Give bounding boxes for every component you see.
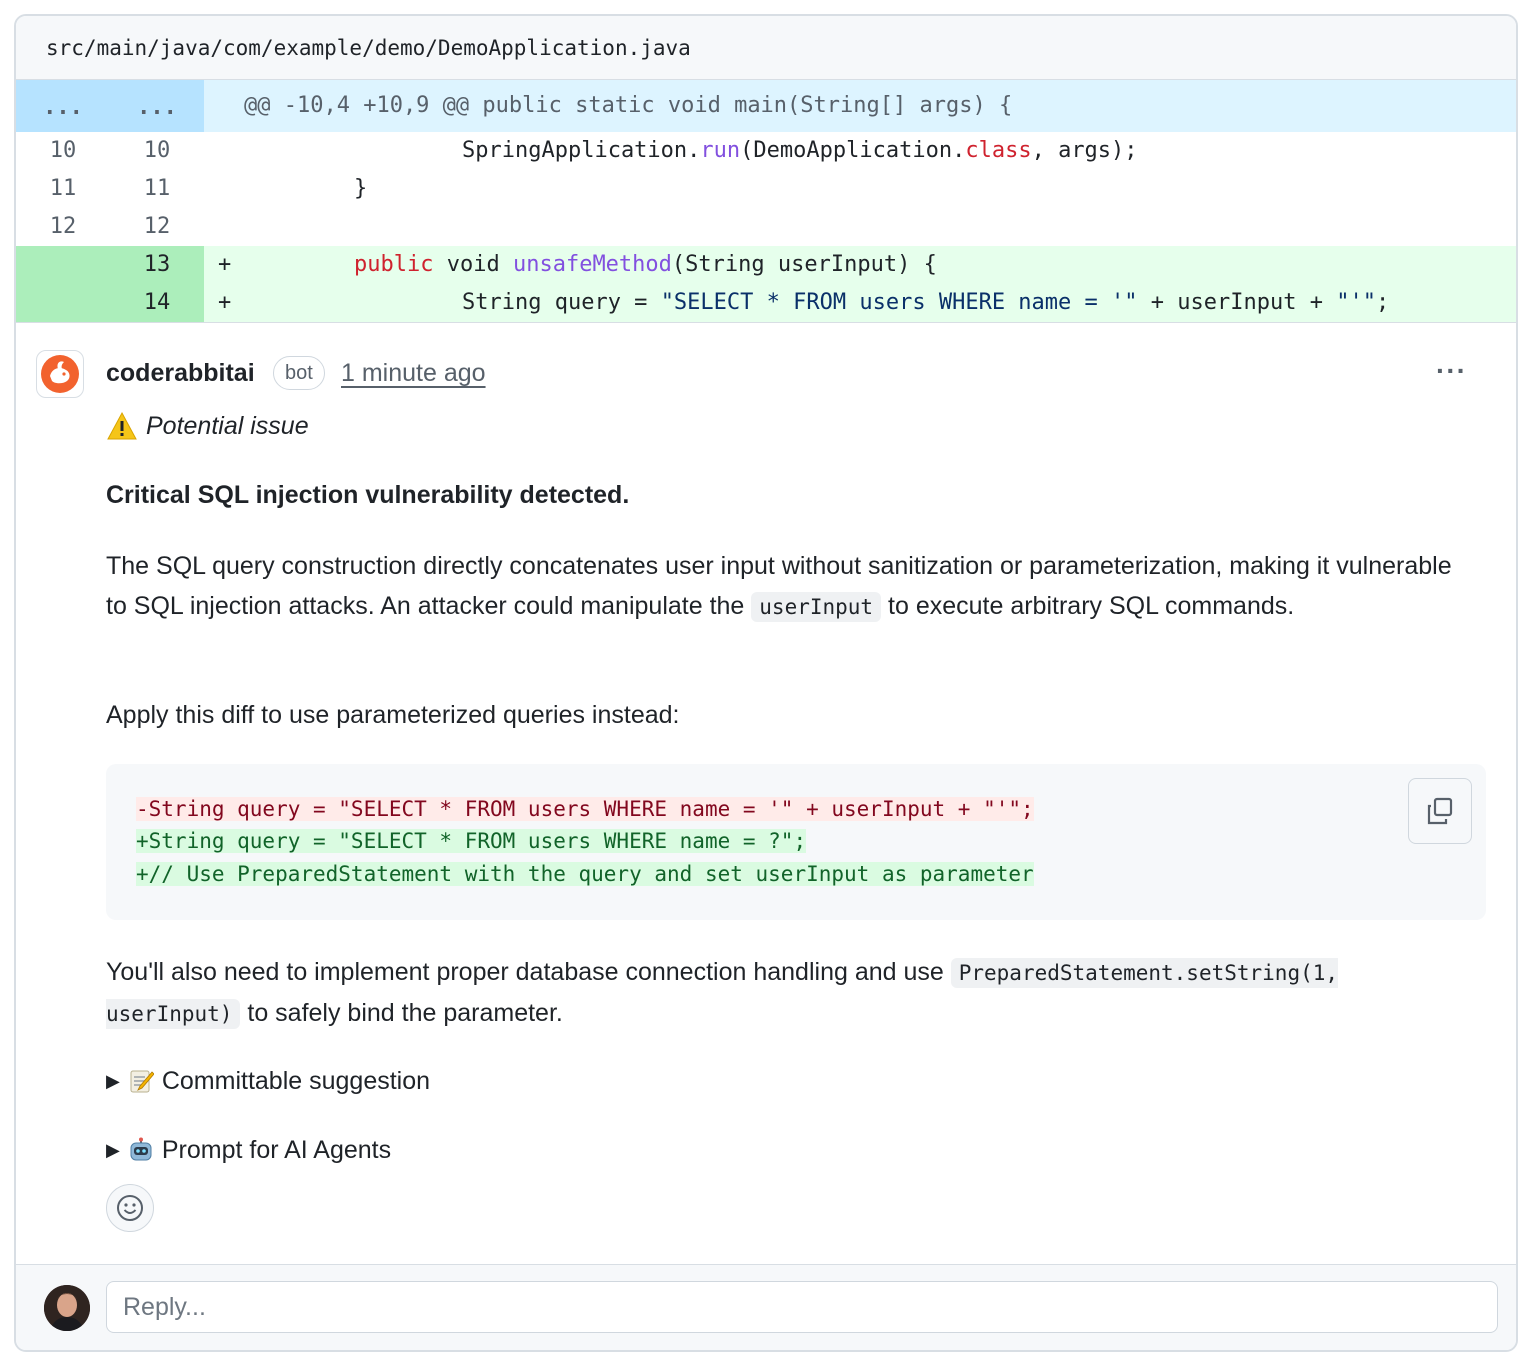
added-sign: + [218,290,232,315]
diff-line: 12 12 [16,208,1516,246]
review-comment-card: src/main/java/com/example/demo/DemoAppli… [14,14,1518,1352]
add-reaction-button[interactable] [106,1184,154,1232]
hunk-header: ... ... @@ -10,4 +10,9 @@ public static … [16,80,1516,132]
bot-avatar[interactable] [36,350,84,398]
file-path: src/main/java/com/example/demo/DemoAppli… [46,36,691,60]
old-line-number[interactable]: 12 [16,208,110,246]
new-line-number[interactable]: 13 [110,246,204,284]
copy-icon [1427,797,1453,825]
expand-up-button[interactable]: ... [16,80,110,132]
prompt-for-ai-agents-toggle[interactable]: ▶ Prompt for AI Agents [106,1133,391,1167]
diff-line: 10 10 SpringApplication.run(DemoApplicat… [16,132,1516,170]
code-text: public void unsafeMethod(String userInpu… [354,252,937,277]
disclosure-triangle-icon: ▶ [106,1071,120,1091]
suggestion-line-added: +// Use PreparedStatement with the query… [136,862,1034,886]
diff-line-added: 13 + public void unsafeMethod(String use… [16,246,1516,284]
user-avatar[interactable] [44,1285,90,1331]
suggestion-code-block: -String query = "SELECT * FROM users WHE… [106,764,1486,920]
more-options-icon[interactable]: ··· [1436,357,1467,385]
reply-input[interactable] [106,1281,1498,1333]
user-photo-icon [44,1285,90,1331]
new-line-number[interactable]: 14 [110,284,204,322]
diff-line: 11 11 } [16,170,1516,208]
new-line-number[interactable]: 12 [110,208,204,246]
new-line-number[interactable]: 10 [110,132,204,170]
copy-button[interactable] [1408,778,1472,844]
committable-suggestion-toggle[interactable]: ▶ Committable suggestion [106,1064,430,1098]
issue-label: Potential issue [106,409,309,443]
robot-icon [130,1137,152,1161]
code-text: SpringApplication.run(DemoApplication.cl… [462,138,1138,163]
old-line-number[interactable]: 11 [16,170,110,208]
inline-code: userInput [751,592,882,622]
code-text: String query = "SELECT * FROM users WHER… [462,290,1390,315]
old-line-number[interactable]: 10 [16,132,110,170]
added-sign: + [218,252,232,277]
comment-timestamp-link[interactable]: 1 minute ago [341,356,486,390]
expand-down-button[interactable]: ... [110,80,204,132]
file-path-header[interactable]: src/main/java/com/example/demo/DemoAppli… [16,16,1516,80]
comment-paragraph: The SQL query construction directly conc… [106,552,1452,622]
comment-paragraph: You'll also need to implement proper dat… [106,958,1339,1029]
code-text: } [354,176,368,201]
new-line-number[interactable]: 11 [110,170,204,208]
bot-badge: bot [273,356,325,390]
reply-area [16,1264,1516,1350]
comment-author[interactable]: coderabbitai [106,356,255,390]
memo-icon [130,1070,154,1093]
warning-icon [107,411,137,440]
rabbit-logo-icon [41,355,79,393]
comment-paragraph: Apply this diff to use parameterized que… [106,701,680,729]
suggestion-line-added: +String query = "SELECT * FROM users WHE… [136,829,807,853]
divider [16,322,1516,323]
smiley-icon [117,1195,143,1221]
comment-heading: Critical SQL injection vulnerability det… [106,481,630,509]
diff-line-added: 14 + String query = "SELECT * FROM users… [16,284,1516,322]
suggestion-line-removed: -String query = "SELECT * FROM users WHE… [136,797,1034,821]
hunk-header-text: @@ -10,4 +10,9 @@ public static void mai… [244,93,1013,118]
disclosure-triangle-icon: ▶ [106,1140,120,1160]
